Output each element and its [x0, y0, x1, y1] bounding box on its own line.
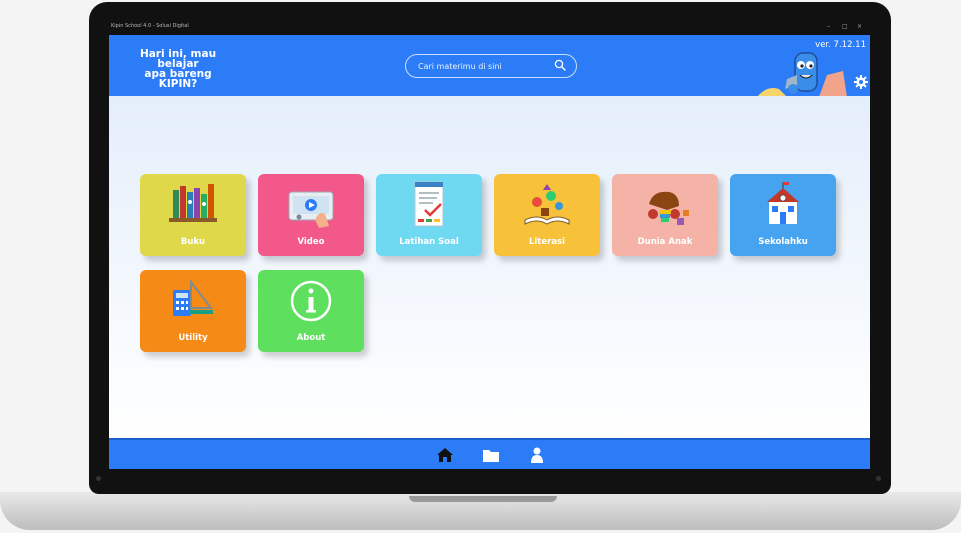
menu-tile-literasi[interactable]: Literasi — [494, 174, 600, 256]
menu-tile-utility[interactable]: Utility — [140, 270, 246, 352]
tile-label: Latihan Soal — [399, 237, 459, 247]
bezel-dot-right — [876, 476, 881, 481]
laptop-notch — [409, 496, 557, 502]
menu-tile-sekolahku[interactable]: Sekolahku — [730, 174, 836, 256]
folder-icon[interactable] — [482, 447, 500, 463]
tile-label: Dunia Anak — [637, 237, 693, 247]
tile-label: Literasi — [528, 237, 566, 247]
menu-area: Buku Video Latihan Soal Literasi Dunia A… — [109, 96, 870, 438]
bottom-nav — [109, 438, 870, 469]
title-bar: Kipin School 4.0 - Solusi Digital – □ × — [109, 22, 870, 35]
minimize-button[interactable]: – — [827, 23, 830, 30]
tagline-line-1: Hari ini, mau belajar — [139, 48, 217, 70]
school-building-icon — [767, 182, 799, 224]
quiz-document-icon — [414, 181, 444, 227]
close-button[interactable]: × — [857, 23, 862, 30]
window-title: Kipin School 4.0 - Solusi Digital — [111, 23, 189, 29]
video-player-icon — [288, 191, 334, 228]
menu-tile-buku[interactable]: Buku — [140, 174, 246, 256]
tagline: Hari ini, mau belajar apa bareng KIPIN? — [119, 48, 237, 90]
menu-tile-about[interactable]: About — [258, 270, 364, 352]
search-input[interactable] — [418, 59, 548, 73]
laptop-base — [0, 492, 961, 530]
menu-tile-video[interactable]: Video — [258, 174, 364, 256]
home-icon[interactable] — [436, 447, 454, 463]
tile-label: About — [296, 333, 326, 343]
bezel-dot-left — [96, 476, 101, 481]
books-icon — [169, 184, 217, 222]
user-icon[interactable] — [528, 447, 546, 463]
open-book-icon — [524, 184, 570, 225]
tile-label: Buku — [180, 237, 206, 247]
menu-tile-latihan-soal[interactable]: Latihan Soal — [376, 174, 482, 256]
gear-icon[interactable] — [854, 75, 868, 89]
calculator-tools-icon — [173, 279, 214, 316]
search-icon[interactable] — [554, 59, 566, 71]
tagline-line-3: KIPIN? — [158, 78, 198, 90]
app-window: Kipin School 4.0 - Solusi Digital – □ × … — [109, 22, 870, 469]
menu-tile-dunia-anak[interactable]: Dunia Anak — [612, 174, 718, 256]
toys-icon — [648, 191, 689, 225]
app-header: Hari ini, mau belajar apa bareng KIPIN? … — [109, 35, 870, 97]
mascot-icon — [757, 52, 847, 97]
maximize-button[interactable]: □ — [842, 23, 848, 30]
info-icon — [290, 280, 332, 322]
tile-label: Video — [297, 237, 325, 247]
tile-label: Sekolahku — [758, 237, 808, 247]
tile-label: Utility — [178, 333, 208, 343]
search-box[interactable] — [405, 54, 577, 78]
